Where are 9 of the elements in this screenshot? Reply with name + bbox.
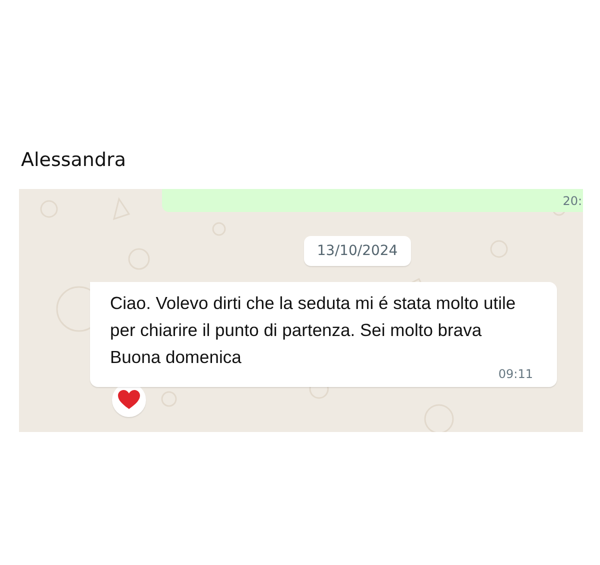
message-text: Ciao. Volevo dirti che la seduta mi é stata molto utile per chiarire il punto di partenza. Sei molto brava [110, 292, 517, 342]
outgoing-message-bubble[interactable]: 20: [162, 189, 583, 212]
message-text: Buona domenica [110, 346, 242, 369]
incoming-message-bubble[interactable]: Ciao. Volevo dirti che la seduta mi é stata molto utile per chiarire il punto di partenza. Sei molto brava Buona domenica 09:11 [90, 282, 557, 387]
heart-icon [118, 390, 140, 410]
message-time: 09:11 [498, 367, 533, 381]
message-time: 20: [562, 194, 582, 208]
date-chip: 13/10/2024 [304, 236, 411, 266]
contact-name: Alessandra [21, 148, 126, 173]
